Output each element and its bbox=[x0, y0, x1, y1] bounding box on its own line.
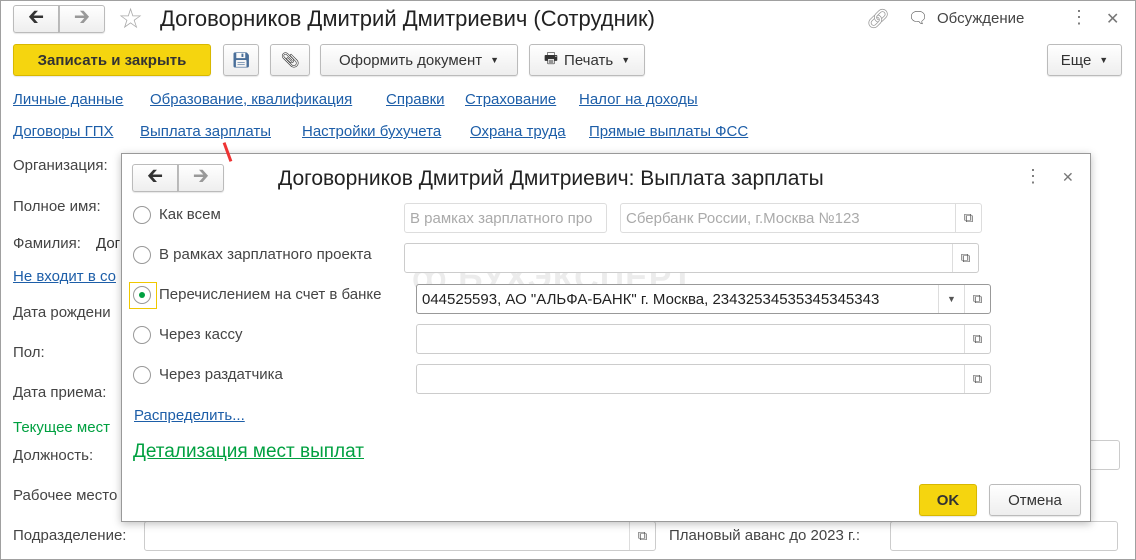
open-icon[interactable]: ⧉ bbox=[964, 325, 990, 353]
attach-button[interactable]: 📎︎ bbox=[270, 44, 310, 76]
option-label: Перечислением на счет в банке bbox=[159, 286, 382, 303]
bank-account-field[interactable]: 044525593, АО "АЛЬФА-БАНК" г. Москва, 23… bbox=[416, 284, 991, 314]
close-icon[interactable]: ✕ bbox=[1062, 169, 1074, 186]
back-button[interactable]: 🡰 bbox=[13, 5, 59, 33]
distribute-link[interactable]: Распределить... bbox=[134, 407, 245, 424]
dialog-title: Договорников Дмитрий Дмитриевич: Выплата… bbox=[278, 167, 824, 190]
kak-vsem-bank-value: Сбербанк России, г.Москва №123 bbox=[626, 209, 860, 227]
dropdown-arrow-icon[interactable]: ▼ bbox=[938, 285, 964, 313]
arrow-left-icon: 🡰 bbox=[27, 6, 45, 28]
option-label: В рамках зарплатного проекта bbox=[159, 246, 372, 263]
dropdown-arrow-icon: ▼ bbox=[621, 55, 631, 65]
save-close-button[interactable]: Записать и закрыть bbox=[13, 44, 211, 76]
arrow-right-icon: 🡲 bbox=[192, 165, 210, 187]
cancel-button[interactable]: Отмена bbox=[989, 484, 1081, 516]
distributor-field[interactable]: ⧉ bbox=[416, 364, 991, 394]
radio-distributor[interactable] bbox=[133, 366, 151, 384]
bank-account-value: 044525593, АО "АЛЬФА-БАНК" г. Москва, 23… bbox=[422, 290, 880, 308]
forward-button[interactable]: 🡲 bbox=[59, 5, 105, 33]
paperclip-icon: 📎︎ bbox=[280, 52, 300, 69]
link-labor-safety[interactable]: Охрана труда bbox=[470, 123, 566, 140]
birth-label: Дата рождени bbox=[13, 304, 111, 321]
more-vert-icon[interactable]: ⋮ bbox=[1024, 166, 1042, 187]
dialog-forward-button[interactable]: 🡲 bbox=[178, 164, 224, 192]
link-accounting[interactable]: Настройки бухучета bbox=[302, 123, 441, 140]
not-in-link[interactable]: Не входит в со bbox=[13, 268, 116, 285]
link-references[interactable]: Справки bbox=[386, 91, 445, 108]
org-label: Организация: bbox=[13, 157, 108, 174]
salary-project-field[interactable]: ⧉ bbox=[404, 243, 979, 273]
make-document-label: Оформить документ bbox=[338, 51, 483, 69]
link-income-tax[interactable]: Налог на доходы bbox=[579, 91, 698, 108]
sex-label: Пол: bbox=[13, 344, 45, 361]
cashbox-field[interactable]: ⧉ bbox=[416, 324, 991, 354]
surname-value: Дог bbox=[96, 235, 121, 252]
arrow-left-icon: 🡰 bbox=[146, 165, 164, 187]
radio-salary-project[interactable] bbox=[133, 246, 151, 264]
option-label: Как всем bbox=[159, 206, 221, 223]
open-icon[interactable]: ⧉ bbox=[629, 522, 655, 550]
option-label: Через раздатчика bbox=[159, 366, 283, 383]
star-icon[interactable]: ☆ bbox=[118, 2, 143, 35]
open-icon[interactable]: ⧉ bbox=[964, 285, 990, 313]
option-label: Через кассу bbox=[159, 326, 243, 343]
current-place-heading: Текущее мест bbox=[13, 419, 110, 436]
arrow-right-icon: 🡲 bbox=[73, 6, 91, 28]
open-icon[interactable]: ⧉ bbox=[952, 244, 978, 272]
more-label: Еще bbox=[1060, 51, 1092, 69]
open-icon[interactable]: ⧉ bbox=[955, 204, 981, 232]
detail-link[interactable]: Детализация мест выплат bbox=[133, 441, 364, 463]
radio-bank-account[interactable] bbox=[133, 286, 151, 304]
dialog-back-button[interactable]: 🡰 bbox=[132, 164, 178, 192]
advance-label: Плановый аванс до 2023 г.: bbox=[669, 527, 861, 544]
link-insurance[interactable]: Страхование bbox=[465, 91, 556, 108]
kak-vsem-bank-field: Сбербанк России, г.Москва №123 ⧉ bbox=[620, 203, 982, 233]
link-personal[interactable]: Личные данные bbox=[13, 91, 123, 108]
printer-icon: 🖶 bbox=[543, 49, 559, 67]
advance-field[interactable] bbox=[890, 521, 1118, 551]
window-title: Договорников Дмитрий Дмитриевич (Сотрудн… bbox=[160, 6, 655, 31]
link-fss[interactable]: Прямые выплаты ФСС bbox=[589, 123, 748, 140]
floppy-icon: 💾︎ bbox=[231, 52, 251, 69]
ok-button[interactable]: OK bbox=[919, 484, 977, 516]
print-label: Печать bbox=[564, 51, 614, 69]
make-document-button[interactable]: Оформить документ ▼ bbox=[320, 44, 518, 76]
link-salary-payment[interactable]: Выплата зарплаты bbox=[140, 123, 271, 140]
save-button[interactable]: 💾︎ bbox=[223, 44, 259, 76]
radio-cashbox[interactable] bbox=[133, 326, 151, 344]
workplace-label: Рабочее место bbox=[13, 487, 118, 504]
position-label: Должность: bbox=[13, 447, 94, 464]
dept-label: Подразделение: bbox=[13, 527, 127, 544]
more-button[interactable]: Еще ▼ bbox=[1047, 44, 1122, 76]
link-education[interactable]: Образование, квалификация bbox=[150, 91, 352, 108]
link-icon[interactable]: 🔗︎ bbox=[866, 7, 890, 31]
salary-payment-dialog: 🡰 🡲 Договорников Дмитрий Дмитриевич: Вып… bbox=[121, 153, 1091, 522]
discussion-icon: 🗨︎ bbox=[908, 10, 929, 27]
discussion-link[interactable]: Обсуждение bbox=[937, 10, 1024, 27]
print-button[interactable]: 🖶 Печать ▼ bbox=[529, 44, 645, 76]
dropdown-arrow-icon: ▼ bbox=[1099, 55, 1109, 65]
dropdown-arrow-icon: ▼ bbox=[490, 55, 500, 65]
kak-vsem-project-field: В рамках зарплатного про bbox=[404, 203, 607, 233]
fullname-label: Полное имя: bbox=[13, 198, 101, 215]
surname-label: Фамилия: bbox=[13, 235, 81, 252]
hire-label: Дата приема: bbox=[13, 384, 107, 401]
dept-field[interactable]: ⧉ bbox=[144, 521, 656, 551]
open-icon[interactable]: ⧉ bbox=[964, 365, 990, 393]
close-icon[interactable]: ✕ bbox=[1106, 9, 1119, 29]
more-vert-icon[interactable]: ⋮ bbox=[1070, 7, 1088, 28]
radio-kak-vsem[interactable] bbox=[133, 206, 151, 224]
link-gph[interactable]: Договоры ГПХ bbox=[13, 123, 114, 140]
